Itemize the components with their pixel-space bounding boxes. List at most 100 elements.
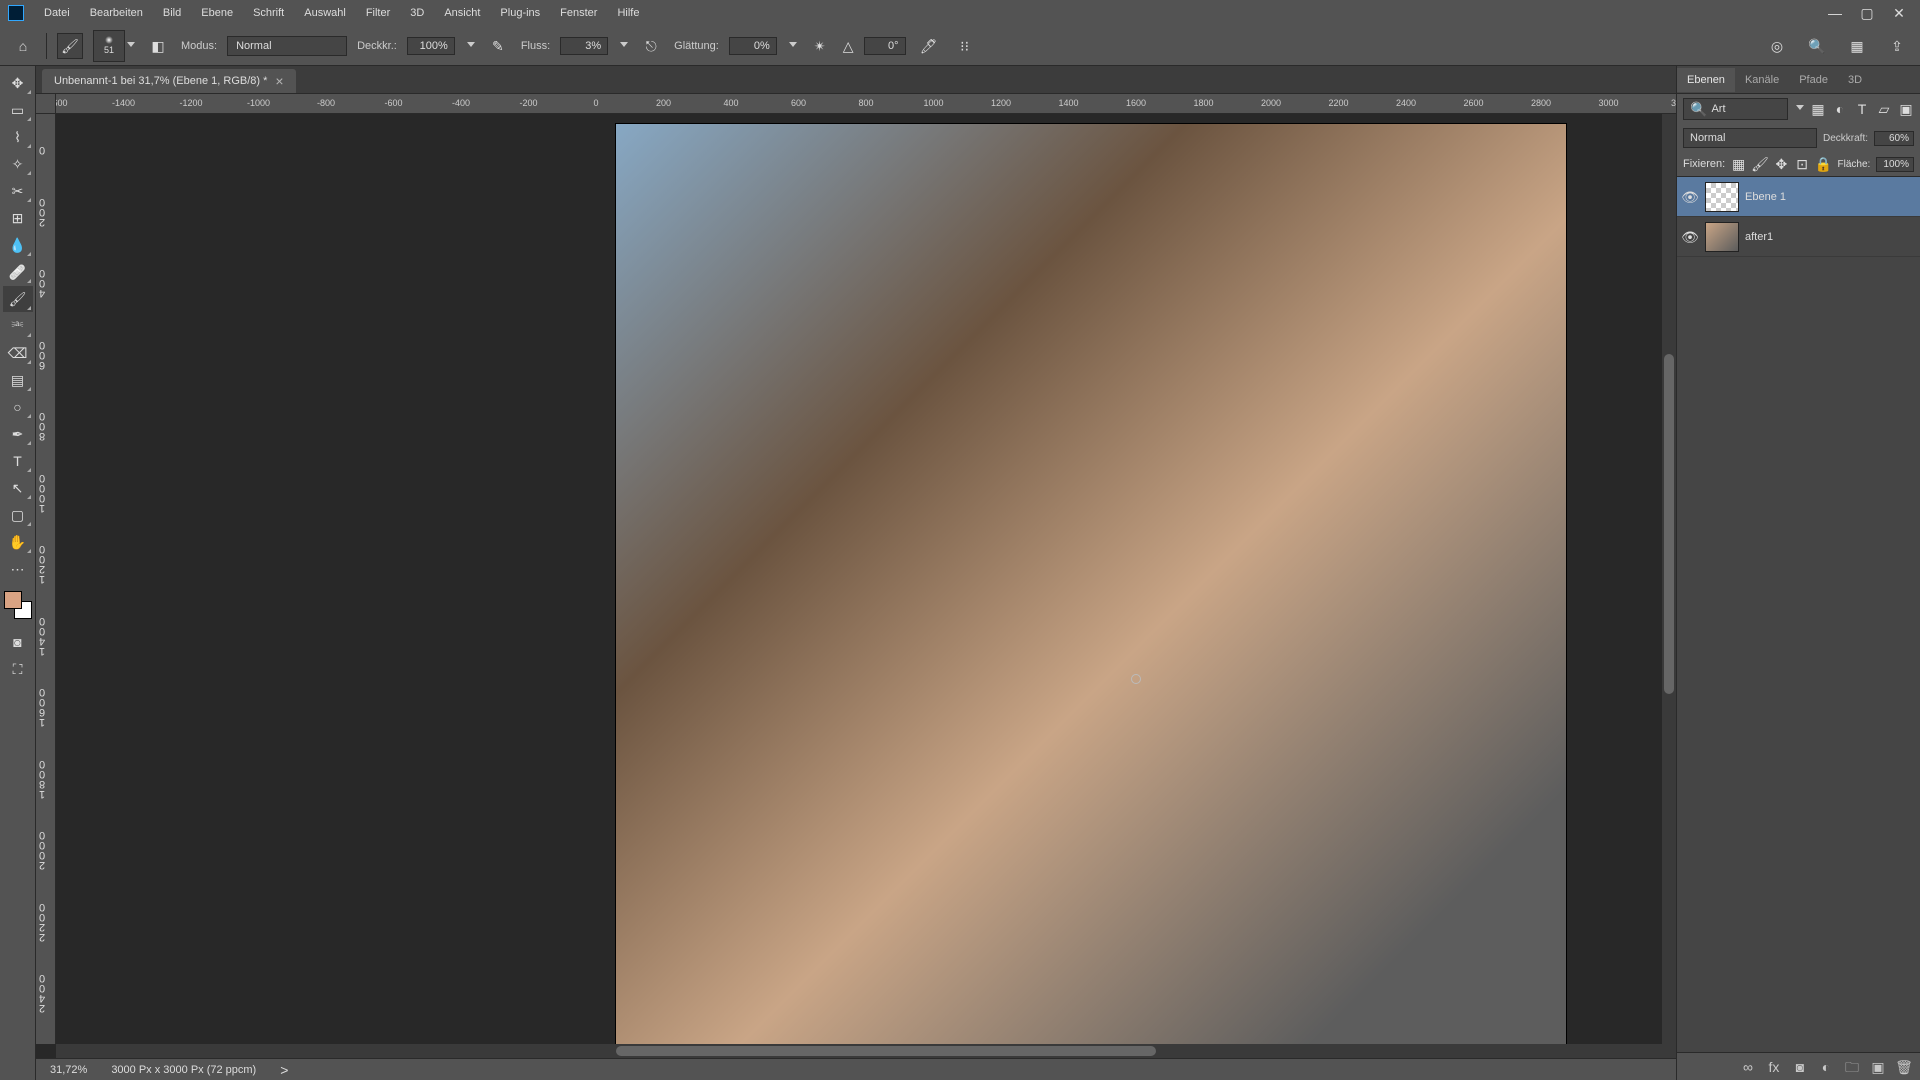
share-icon[interactable]: ⇪ — [1884, 33, 1910, 59]
vertical-ruler[interactable]: 0200400600800100012001400160018002000220… — [36, 114, 56, 1044]
search-icon[interactable]: 🔍 — [1804, 33, 1830, 59]
layer-opacity-input[interactable]: 60% — [1874, 131, 1914, 146]
eraser-tool-icon[interactable]: ⌫ — [3, 340, 33, 366]
tab-ebenen[interactable]: Ebenen — [1677, 68, 1735, 92]
group-icon[interactable]: 🗀 — [1844, 1059, 1860, 1075]
chevron-down-icon[interactable] — [467, 42, 475, 50]
more-tools-icon[interactable]: ⋯ — [3, 556, 33, 582]
symmetry-icon[interactable]: ⁝⁝ — [952, 33, 978, 59]
visibility-toggle-icon[interactable]: 👁 — [1681, 188, 1699, 206]
marquee-tool-icon[interactable]: ▭ — [3, 97, 33, 123]
lock-transparent-icon[interactable]: ▦ — [1731, 156, 1746, 172]
zoom-level[interactable]: 31,72% — [50, 1064, 87, 1076]
horizontal-scrollbar[interactable] — [56, 1044, 1676, 1058]
menu-datei[interactable]: Datei — [34, 3, 80, 23]
magic-wand-tool-icon[interactable]: ✧ — [3, 151, 33, 177]
menu-bild[interactable]: Bild — [153, 3, 191, 23]
chevron-down-icon[interactable] — [620, 42, 628, 50]
menu-bearbeiten[interactable]: Bearbeiten — [80, 3, 153, 23]
document-tab[interactable]: Unbenannt-1 bei 31,7% (Ebene 1, RGB/8) *… — [42, 69, 296, 93]
cloud-docs-icon[interactable]: ◎ — [1764, 33, 1790, 59]
tab-kanaele[interactable]: Kanäle — [1735, 68, 1789, 92]
screenmode-icon[interactable]: ⛶ — [3, 658, 33, 680]
tab-close-icon[interactable]: × — [275, 74, 283, 88]
eyedropper-tool-icon[interactable]: 💧 — [3, 232, 33, 258]
color-swatches[interactable] — [4, 591, 32, 619]
brush-preset-picker[interactable]: 51 — [93, 30, 125, 62]
chevron-down-icon[interactable] — [127, 42, 135, 50]
filter-type-icon[interactable]: T — [1854, 101, 1870, 117]
menu-schrift[interactable]: Schrift — [243, 3, 294, 23]
layer-item[interactable]: 👁 Ebene 1 — [1677, 177, 1920, 217]
menu-auswahl[interactable]: Auswahl — [294, 3, 356, 23]
layer-mask-icon[interactable]: ◙ — [1792, 1059, 1808, 1075]
layer-item[interactable]: 👁 after1 — [1677, 217, 1920, 257]
healing-brush-tool-icon[interactable]: 🩹 — [3, 259, 33, 285]
opacity-input[interactable]: 100% — [407, 37, 455, 55]
link-layers-icon[interactable]: ∞ — [1740, 1059, 1756, 1075]
canvas[interactable] — [56, 114, 1676, 1044]
horizontal-ruler[interactable]: -1600-1400-1200-1000-800-600-400-2000200… — [56, 94, 1676, 114]
lock-pixels-icon[interactable]: 🖌 — [1752, 156, 1768, 172]
quickmask-icon[interactable]: ◙ — [3, 631, 33, 653]
flow-input[interactable]: 3% — [560, 37, 608, 55]
chevron-down-icon[interactable] — [789, 42, 797, 50]
workspace-icon[interactable]: ▦ — [1844, 33, 1870, 59]
clone-stamp-tool-icon[interactable]: ⎃ — [3, 313, 33, 339]
fill-input[interactable]: 100% — [1876, 157, 1914, 172]
vertical-scrollbar[interactable] — [1662, 114, 1676, 1044]
menu-ansicht[interactable]: Ansicht — [434, 3, 490, 23]
adjustment-layer-icon[interactable]: ◐ — [1818, 1059, 1834, 1075]
menu-plugins[interactable]: Plug-ins — [490, 3, 550, 23]
layer-filter-select[interactable]: 🔍 Art — [1683, 98, 1788, 120]
blend-mode-select[interactable]: Normal — [227, 36, 347, 56]
layer-thumbnail[interactable] — [1705, 182, 1739, 212]
smoothing-options-icon[interactable]: ✴ — [807, 33, 833, 59]
shape-tool-icon[interactable]: ▢ — [3, 502, 33, 528]
filter-adjust-icon[interactable]: ◐ — [1832, 101, 1848, 117]
menu-filter[interactable]: Filter — [356, 3, 400, 23]
minimize-icon[interactable]: — — [1828, 6, 1842, 20]
brush-settings-icon[interactable]: ◧ — [145, 33, 171, 59]
new-layer-icon[interactable]: ▣ — [1870, 1059, 1886, 1075]
lasso-tool-icon[interactable]: ⌇ — [3, 124, 33, 150]
chevron-down-icon[interactable] — [1796, 105, 1804, 113]
layer-thumbnail[interactable] — [1705, 222, 1739, 252]
layer-style-icon[interactable]: fx — [1766, 1059, 1782, 1075]
menu-hilfe[interactable]: Hilfe — [607, 3, 649, 23]
menu-fenster[interactable]: Fenster — [550, 3, 607, 23]
move-tool-icon[interactable]: ✥ — [3, 70, 33, 96]
smoothing-input[interactable]: 0% — [729, 37, 777, 55]
layer-blend-mode-select[interactable]: Normal — [1683, 128, 1817, 148]
tab-pfade[interactable]: Pfade — [1789, 68, 1838, 92]
menu-ebene[interactable]: Ebene — [191, 3, 243, 23]
dodge-tool-icon[interactable]: ○ — [3, 394, 33, 420]
type-tool-icon[interactable]: T — [3, 448, 33, 474]
scrollbar-thumb[interactable] — [616, 1046, 1156, 1056]
menu-3d[interactable]: 3D — [400, 3, 434, 23]
close-icon[interactable]: ✕ — [1892, 6, 1906, 20]
visibility-toggle-icon[interactable]: 👁 — [1681, 228, 1699, 246]
filter-shape-icon[interactable]: ▱ — [1876, 101, 1892, 117]
hand-tool-icon[interactable]: ✋ — [3, 529, 33, 555]
angle-input[interactable]: 0° — [864, 37, 906, 55]
pressure-opacity-icon[interactable]: ✎ — [485, 33, 511, 59]
home-icon[interactable]: ⌂ — [10, 33, 36, 59]
layer-name[interactable]: after1 — [1745, 231, 1773, 243]
frame-tool-icon[interactable]: ⊞ — [3, 205, 33, 231]
lock-position-icon[interactable]: ✥ — [1774, 156, 1789, 172]
delete-layer-icon[interactable]: 🗑 — [1896, 1059, 1912, 1075]
brush-tool-icon[interactable]: 🖌 — [57, 33, 83, 59]
lock-all-icon[interactable]: 🔒 — [1815, 156, 1831, 172]
filter-smart-icon[interactable]: ▣ — [1898, 101, 1914, 117]
tab-3d[interactable]: 3D — [1838, 68, 1872, 92]
filter-image-icon[interactable]: ▦ — [1810, 101, 1826, 117]
path-select-tool-icon[interactable]: ↖ — [3, 475, 33, 501]
layer-name[interactable]: Ebene 1 — [1745, 191, 1786, 203]
ruler-origin[interactable] — [36, 94, 56, 114]
airbrush-icon[interactable]: ⎋ — [638, 33, 664, 59]
pen-tool-icon[interactable]: ✒ — [3, 421, 33, 447]
document-dimensions[interactable]: 3000 Px x 3000 Px (72 ppcm) — [111, 1064, 256, 1076]
maximize-icon[interactable]: ▢ — [1860, 6, 1874, 20]
crop-tool-icon[interactable]: ✂ — [3, 178, 33, 204]
